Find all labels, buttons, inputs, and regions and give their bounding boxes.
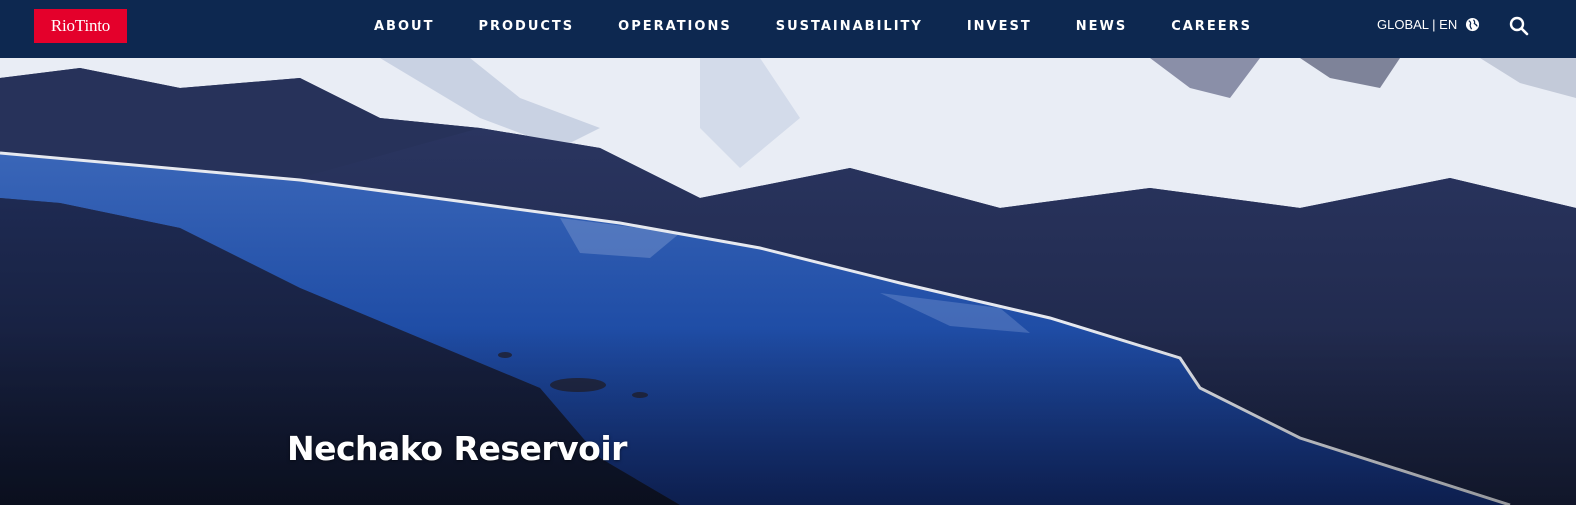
- nav-invest[interactable]: INVEST: [967, 19, 1032, 34]
- main-nav: ABOUT PRODUCTS OPERATIONS SUSTAINABILITY…: [374, 0, 1296, 52]
- hero-banner: Nechako Reservoir: [0, 58, 1576, 505]
- nav-operations[interactable]: OPERATIONS: [618, 19, 732, 34]
- rio-tinto-logo[interactable]: RioTinto: [34, 9, 127, 43]
- hero-image: [0, 58, 1576, 505]
- nav-about[interactable]: ABOUT: [374, 19, 434, 34]
- nav-news[interactable]: NEWS: [1076, 19, 1127, 34]
- nav-sustainability[interactable]: SUSTAINABILITY: [776, 19, 923, 34]
- region-label: GLOBAL | EN: [1377, 17, 1458, 32]
- region-language-selector[interactable]: GLOBAL | EN: [1377, 17, 1480, 32]
- nav-products[interactable]: PRODUCTS: [478, 19, 574, 34]
- nav-careers[interactable]: CAREERS: [1171, 19, 1252, 34]
- search-icon[interactable]: [1508, 15, 1530, 37]
- site-header: RioTinto ABOUT PRODUCTS OPERATIONS SUSTA…: [0, 0, 1576, 58]
- globe-icon: [1466, 17, 1480, 32]
- hero-title: Nechako Reservoir: [287, 429, 627, 469]
